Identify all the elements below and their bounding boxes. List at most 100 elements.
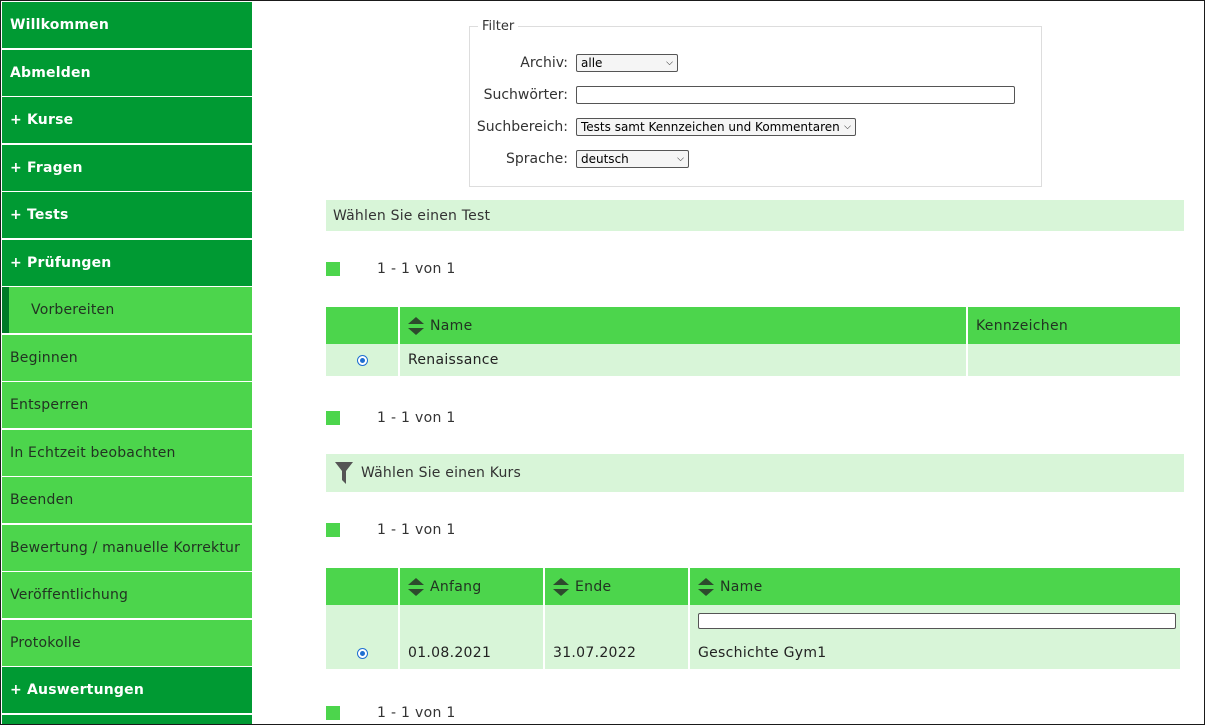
empty-filter-cell xyxy=(545,605,688,637)
empty-filter-cell xyxy=(326,605,398,637)
pager-square-icon[interactable] xyxy=(326,262,340,276)
sidebar-item-label: Bewertung / manuelle Korrektur xyxy=(10,539,241,556)
sidebar-item-label: Vorbereiten xyxy=(31,302,115,318)
empty-filter-cell xyxy=(400,605,543,637)
name-filter-input[interactable] xyxy=(698,613,1176,629)
name-column-header[interactable]: Name xyxy=(400,307,966,344)
name-column-label: Name xyxy=(720,578,763,595)
test-kennzeichen-cell xyxy=(968,344,1180,376)
course-table-header: Anfang Ende Name xyxy=(326,568,1180,605)
suchbereich-select[interactable]: Tests samt Kennzeichen und Kommentaren ⌵ xyxy=(576,118,856,136)
archiv-label: Archiv: xyxy=(520,55,568,71)
suchwoerter-input[interactable] xyxy=(576,86,1015,104)
course-pager-top: 1 - 1 von 1 xyxy=(326,521,456,539)
select-column-header xyxy=(326,568,398,605)
sidebar-item-entsperren[interactable]: Entsperren xyxy=(2,382,252,428)
sidebar-item-more[interactable] xyxy=(2,714,252,724)
pager-text: 1 - 1 von 1 xyxy=(377,705,456,721)
ende-column-label: Ende xyxy=(575,578,612,595)
pager-text: 1 - 1 von 1 xyxy=(377,522,456,538)
sidebar-item-auswertungen[interactable]: + Auswertungen xyxy=(2,667,252,713)
anfang-column-header[interactable]: Anfang xyxy=(400,568,543,605)
sort-up-down-icon[interactable] xyxy=(408,577,424,596)
sprache-label: Sprache: xyxy=(505,151,568,167)
sort-up-down-icon[interactable] xyxy=(698,577,714,596)
chevron-down-icon: ⌵ xyxy=(844,122,851,132)
name-column-header[interactable]: Name xyxy=(690,568,1180,605)
test-section-header: Wählen Sie einen Test xyxy=(326,200,1184,231)
archiv-select-value: alle xyxy=(581,56,603,70)
pager-text: 1 - 1 von 1 xyxy=(377,410,456,426)
sidebar-item-willkommen[interactable]: Willkommen xyxy=(2,2,252,48)
sidebar-item-kurse[interactable]: + Kurse xyxy=(2,97,252,143)
sidebar-item-label: Beginnen xyxy=(10,349,78,366)
course-pager-bottom: 1 - 1 von 1 xyxy=(326,704,456,722)
test-table-header: Name Kennzeichen xyxy=(326,307,1180,344)
column-filter-row xyxy=(326,605,1180,637)
sidebar-item-abmelden[interactable]: Abmelden xyxy=(2,49,252,96)
anfang-column-label: Anfang xyxy=(430,578,482,595)
sprache-select[interactable]: deutsch ⌵ xyxy=(576,150,689,168)
sort-up-down-icon[interactable] xyxy=(408,316,424,335)
sidebar-item-label: Willkommen xyxy=(10,17,110,33)
test-pager-top: 1 - 1 von 1 xyxy=(326,260,456,278)
sidebar-item-label: Abmelden xyxy=(10,64,91,81)
radio-selected-icon[interactable] xyxy=(356,354,368,366)
sidebar-item-veroeffentlichung[interactable]: Veröffentlichung xyxy=(2,572,252,618)
sprache-select-value: deutsch xyxy=(581,152,629,166)
sidebar-item-label: In Echtzeit beobachten xyxy=(10,444,176,461)
filter-panel: Filter Archiv: alle ⌵ Suchwörter: Suchbe… xyxy=(469,19,1042,187)
sidebar-nav: Willkommen Abmelden + Kurse + Fragen + T… xyxy=(2,2,252,724)
pager-text: 1 - 1 von 1 xyxy=(377,261,456,277)
test-section-title: Wählen Sie einen Test xyxy=(333,207,491,224)
table-row[interactable]: 01.08.2021 31.07.2022 Geschichte Gym1 xyxy=(326,637,1180,669)
course-section-header: Wählen Sie einen Kurs xyxy=(326,454,1184,492)
table-row[interactable]: Renaissance xyxy=(326,344,1180,376)
test-pager-bottom: 1 - 1 von 1 xyxy=(326,409,456,427)
sidebar-item-label: Protokolle xyxy=(10,634,81,651)
sidebar-item-fragen[interactable]: + Fragen xyxy=(2,144,252,191)
sidebar-item-echtzeit-beobachten[interactable]: In Echtzeit beobachten xyxy=(2,429,252,476)
sprache-row: Sprache: deutsch ⌵ xyxy=(470,150,689,168)
pager-square-icon[interactable] xyxy=(326,523,340,537)
sidebar-item-beginnen[interactable]: Beginnen xyxy=(2,334,252,381)
sidebar-item-beenden[interactable]: Beenden xyxy=(2,477,252,523)
sort-up-down-icon[interactable] xyxy=(553,577,569,596)
chevron-down-icon: ⌵ xyxy=(666,58,673,68)
sidebar-item-label: + Tests xyxy=(10,207,69,223)
course-name-cell: Geschichte Gym1 xyxy=(690,637,1180,669)
ende-column-header[interactable]: Ende xyxy=(545,568,688,605)
archiv-select[interactable]: alle ⌵ xyxy=(576,54,678,72)
sidebar-item-label: Beenden xyxy=(10,492,74,508)
chevron-down-icon: ⌵ xyxy=(677,154,684,164)
sidebar-item-tests[interactable]: + Tests xyxy=(2,192,252,238)
pager-square-icon[interactable] xyxy=(326,411,340,425)
kennzeichen-column-label: Kennzeichen xyxy=(976,317,1069,334)
suchbereich-select-value: Tests samt Kennzeichen und Kommentaren xyxy=(581,120,840,134)
pager-square-icon[interactable] xyxy=(326,706,340,720)
test-name-cell: Renaissance xyxy=(400,344,966,376)
kennzeichen-column-header: Kennzeichen xyxy=(968,307,1180,344)
course-ende-cell: 31.07.2022 xyxy=(545,637,688,669)
filter-funnel-icon[interactable] xyxy=(335,462,353,484)
sidebar-item-protokolle[interactable]: Protokolle xyxy=(2,619,252,666)
sidebar-item-label: + Auswertungen xyxy=(10,682,144,698)
sidebar-item-label: + Prüfungen xyxy=(10,254,112,271)
sidebar-item-pruefungen[interactable]: + Prüfungen xyxy=(2,239,252,286)
test-table: Name Kennzeichen Renaissance xyxy=(324,307,1182,376)
select-column-header xyxy=(326,307,398,344)
row-select-cell[interactable] xyxy=(326,344,398,376)
radio-selected-icon[interactable] xyxy=(356,647,368,659)
sidebar-item-label: Entsperren xyxy=(10,397,89,413)
course-table: Anfang Ende Name 01.08.2021 31.07.2022 G… xyxy=(324,568,1182,669)
course-section-title: Wählen Sie einen Kurs xyxy=(361,465,521,481)
sidebar-item-vorbereiten[interactable]: Vorbereiten xyxy=(2,287,252,333)
filter-legend: Filter xyxy=(482,19,515,34)
suchwoerter-row: Suchwörter: xyxy=(470,86,1015,104)
row-select-cell[interactable] xyxy=(326,637,398,669)
suchbereich-label: Suchbereich: xyxy=(476,119,568,135)
sidebar-item-bewertung[interactable]: Bewertung / manuelle Korrektur xyxy=(2,524,252,571)
main-content: Filter Archiv: alle ⌵ Suchwörter: Suchbe… xyxy=(252,2,1203,723)
archiv-row: Archiv: alle ⌵ xyxy=(470,54,678,72)
app-frame: Willkommen Abmelden + Kurse + Fragen + T… xyxy=(0,0,1205,725)
